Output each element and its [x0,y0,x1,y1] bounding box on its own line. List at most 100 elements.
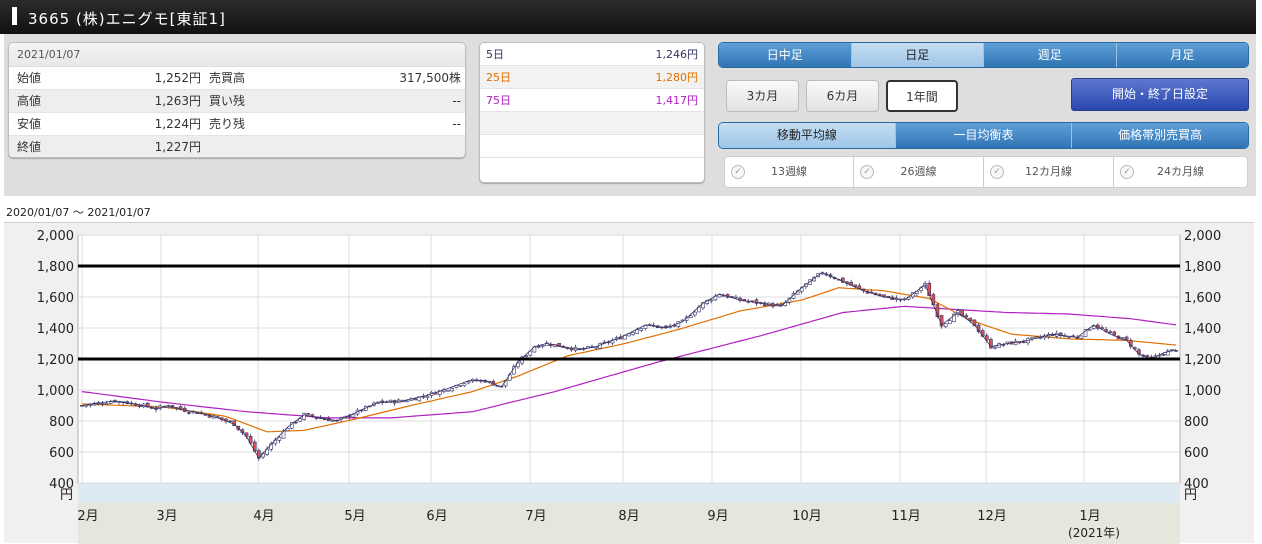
tab-ichimoku[interactable]: 一目均衡表 [894,123,1072,148]
tab-intraday[interactable]: 日中足 [719,43,851,67]
price-label: 安値 [17,117,42,131]
ma-value: 1,246円 [655,48,699,61]
margin-buy-value: -- [452,94,461,108]
toggle-24-month[interactable]: ✓ 24カ月線 [1113,157,1247,187]
ma-toggle-panel: ✓ 13週線 ✓ 26週線 ✓ 12カ月線 ✓ 24カ月線 [724,156,1248,188]
candle-body [853,284,858,287]
range-1-year-button[interactable]: 1年間 [886,80,958,112]
candle-body [108,401,113,404]
candle-body [717,294,722,298]
tab-moving-average[interactable]: 移動平均線 [719,123,895,148]
y-tick-label-left: 800 [49,415,74,430]
price-summary-panel: 2021/01/07 始値 1,252円 売買高 317,500株 高値 1,2… [8,42,466,158]
candle-body [1108,331,1112,334]
candle-body [405,400,409,403]
y-tick-label-left: 1,600 [37,291,74,306]
volume-value: 317,500株 [399,71,461,85]
stock-chart: 2,000 2,000 1,800 1,800 1,600 1,600 1,400 1,400… [4,222,1254,544]
y-unit-right: 円 [1184,488,1197,503]
tab-monthly[interactable]: 月足 [1115,43,1248,67]
x-tick-label: 1月 [1079,509,1100,524]
y-tick-label-right: 800 [1184,415,1209,430]
x-tick-label: 9月 [707,509,728,524]
candle-body [1112,331,1117,336]
date-setting-button[interactable]: 開始・終了日設定 [1071,78,1249,111]
candle-body [993,346,997,349]
x-tick-label: 10月 [792,509,822,524]
candle-body [964,315,969,318]
candle-body [100,403,105,405]
stock-title: 3665 (株)エニグモ[東証1] [28,10,226,28]
toggle-26-week[interactable]: ✓ 26週線 [853,157,983,187]
candle-body [693,311,697,316]
y-tick-label-left: 1,400 [37,322,74,337]
toggle-label: 12カ月線 [1025,165,1072,178]
y-tick-label-left: 600 [49,446,74,461]
candle-body [1174,350,1178,352]
price-date: 2021/01/07 [9,43,465,67]
title-accent-bar [12,7,17,25]
x-tick-label: 2月 [77,509,98,524]
range-3-months-button[interactable]: 3カ月 [726,80,799,112]
title-bar: 3665 (株)エニグモ[東証1] [0,0,1256,34]
ma-row-empty [480,112,704,135]
tab-volume-by-price[interactable]: 価格帯別売買高 [1071,123,1248,148]
candle-body [688,315,693,319]
toggle-label: 24カ月線 [1157,165,1204,178]
candle-body [137,405,142,407]
y-tick-label-right: 600 [1184,446,1209,461]
margin-buy-label: 買い残 [209,94,246,108]
period-tabs: 日中足 日足 週足 月足 [718,42,1249,68]
x-tick-label: 11月 [891,509,921,524]
y-tick-label-right: 1,800 [1184,260,1221,275]
candle-body [277,437,282,441]
price-value: 1,263円 [154,94,201,108]
tab-weekly[interactable]: 週足 [983,43,1116,67]
candle-body [446,389,450,392]
ma-row-25: 25日 1,280円 [480,66,704,89]
candle-body [968,317,973,321]
y-tick-label-right: 2,000 [1184,229,1221,244]
ma-row-5: 5日 1,246円 [480,43,704,66]
price-label: 高値 [17,94,42,108]
ma-row-75: 75日 1,417円 [480,89,704,112]
y-tick-label-right: 1,000 [1184,384,1221,399]
chart-date-range: 2020/01/07 ～ 2021/01/07 [6,206,151,219]
candle-body [947,320,952,325]
range-6-months-button[interactable]: 6カ月 [806,80,879,112]
y-tick-label-left: 1,200 [37,353,74,368]
ma-value: 1,280円 [655,71,699,84]
ma-label: 75日 [486,94,511,107]
y-unit-left: 円 [60,488,73,503]
toggle-label: 26週線 [900,165,937,178]
toggle-label: 13週線 [771,165,807,178]
price-value: 1,252円 [154,71,201,85]
candle-body [631,332,635,335]
toggle-12-month[interactable]: ✓ 12カ月線 [983,157,1113,187]
y-tick-label-right: 1,200 [1184,353,1221,368]
x-band [78,483,1180,503]
y-tick-label-left: 2,000 [37,229,74,244]
candle-body [425,395,430,398]
candle-body [943,323,948,328]
candle-body [1124,336,1129,340]
toggle-13-week[interactable]: ✓ 13週線 [725,157,853,187]
candle-body [1145,355,1150,357]
x-tick-label: 4月 [253,509,274,524]
x-tick-label: 3月 [156,509,177,524]
candle-body [643,325,648,329]
candle-body [1022,341,1026,343]
margin-sell-value: -- [452,117,461,131]
candle-body [857,285,862,289]
candle-body [166,406,171,408]
x-tick-label: 8月 [618,509,639,524]
candle-body [450,388,454,392]
x-year-note: (2021年) [1068,526,1120,540]
volume-label: 売買高 [209,71,246,85]
candle-body [639,328,644,331]
x-tick-label: 5月 [344,509,365,524]
candle-body [306,413,311,415]
candle-body [1079,335,1084,339]
price-row-high: 高値 1,263円 買い残 -- [9,90,465,113]
tab-daily[interactable]: 日足 [850,43,983,67]
